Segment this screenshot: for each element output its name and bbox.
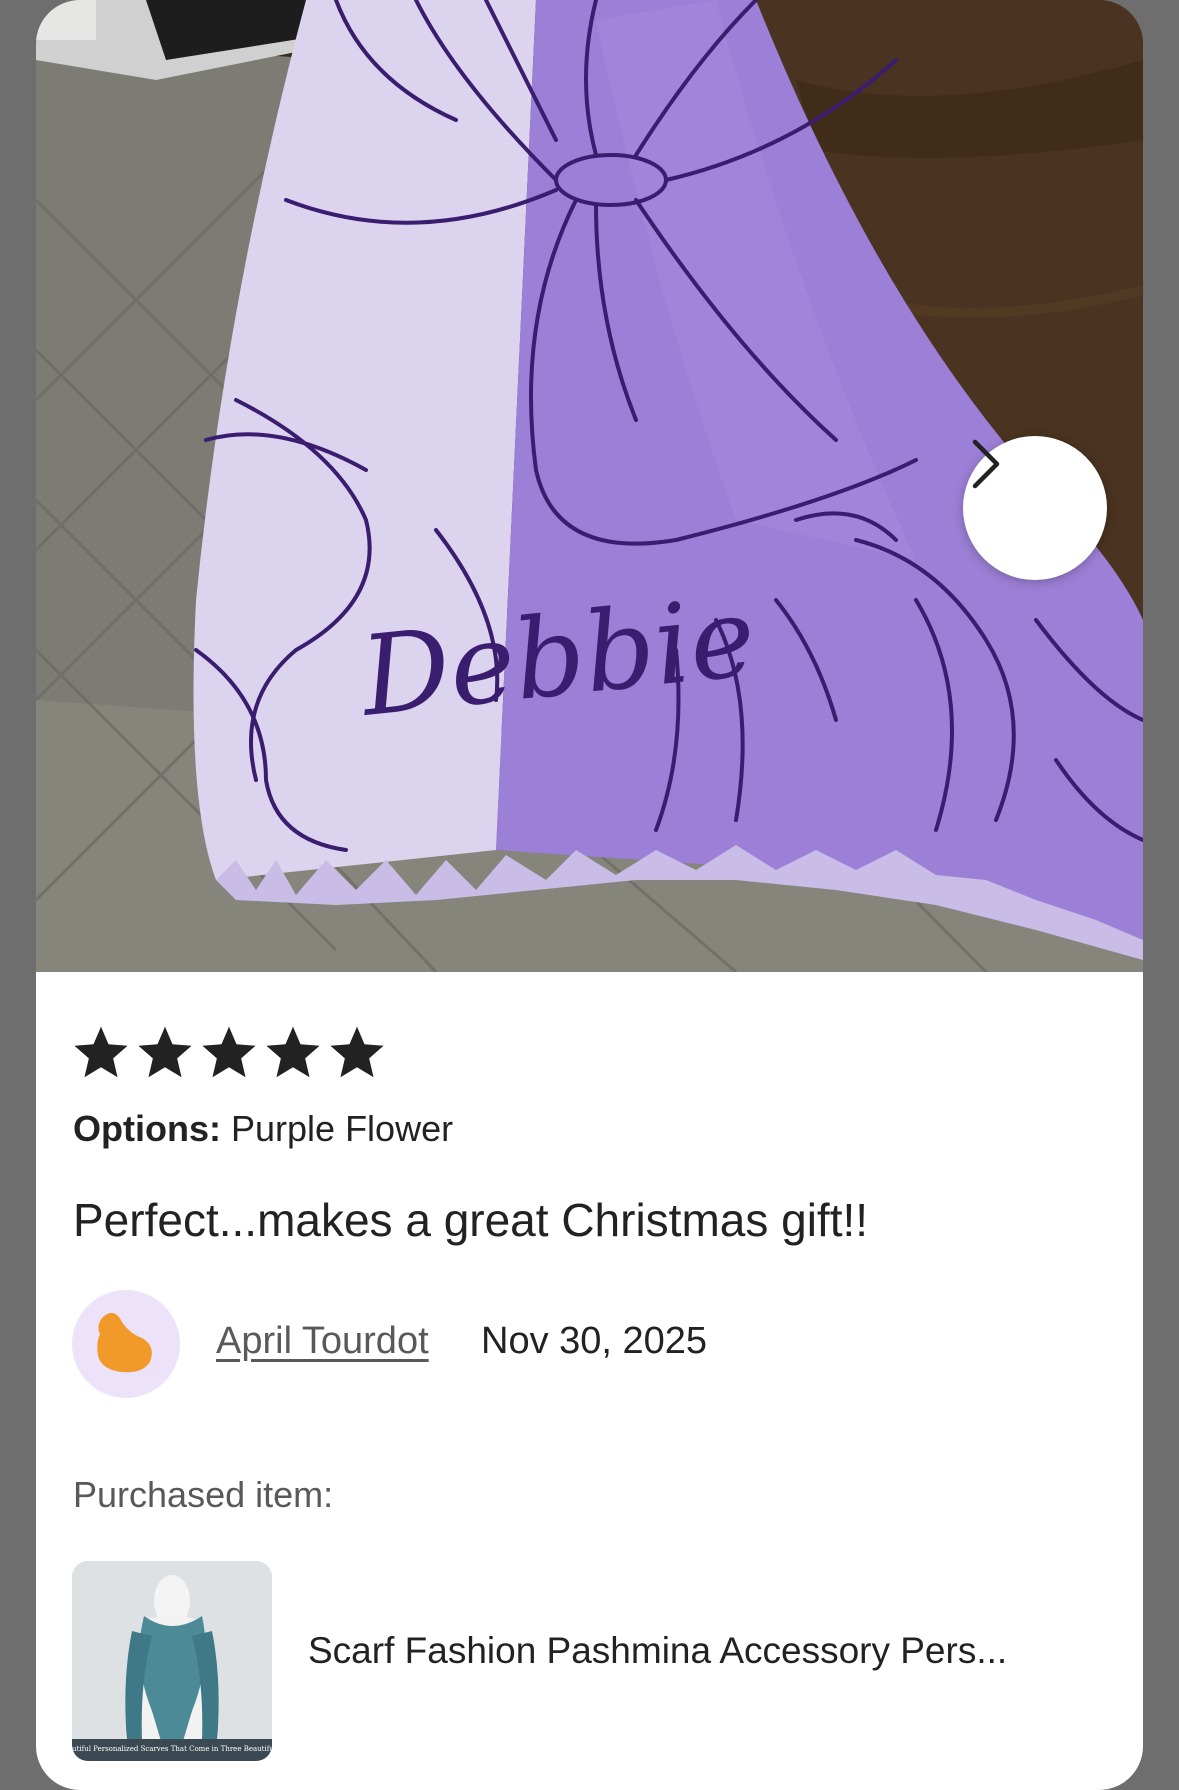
star-rating [70,1022,388,1084]
star-icon [138,1026,192,1078]
options-label: Options: [73,1108,221,1149]
reviewer-name-link[interactable]: April Tourdot [216,1320,429,1363]
thumbnail-caption: Our Beautiful Personalized Scarves That … [72,1745,272,1753]
star-icon [330,1026,384,1078]
reviewer-avatar-icon [97,1312,152,1373]
chevron-right-icon [972,439,1000,489]
review-options: Options: Purple Flower [73,1108,453,1150]
avatar[interactable] [72,1290,180,1398]
review-date: Nov 30, 2025 [481,1320,708,1362]
product-thumbnail[interactable]: Our Beautiful Personalized Scarves That … [72,1561,272,1761]
options-value: Purple Flower [231,1108,454,1149]
product-title-link[interactable]: Scarf Fashion Pashmina Accessory Pers... [308,1630,1007,1672]
star-icon [74,1026,128,1078]
review-card: Debbie Options: Purple Flower Perfect...… [36,0,1143,1790]
review-photo[interactable]: Debbie [36,0,1143,972]
star-icon [202,1026,256,1078]
product-thumbnail-image: Our Beautiful Personalized Scarves That … [72,1561,272,1761]
review-text: Perfect...makes a great Christmas gift!! [73,1194,869,1246]
star-icon [266,1026,320,1078]
next-photo-button[interactable] [963,436,1107,580]
purchased-item-label: Purchased item: [73,1474,334,1515]
